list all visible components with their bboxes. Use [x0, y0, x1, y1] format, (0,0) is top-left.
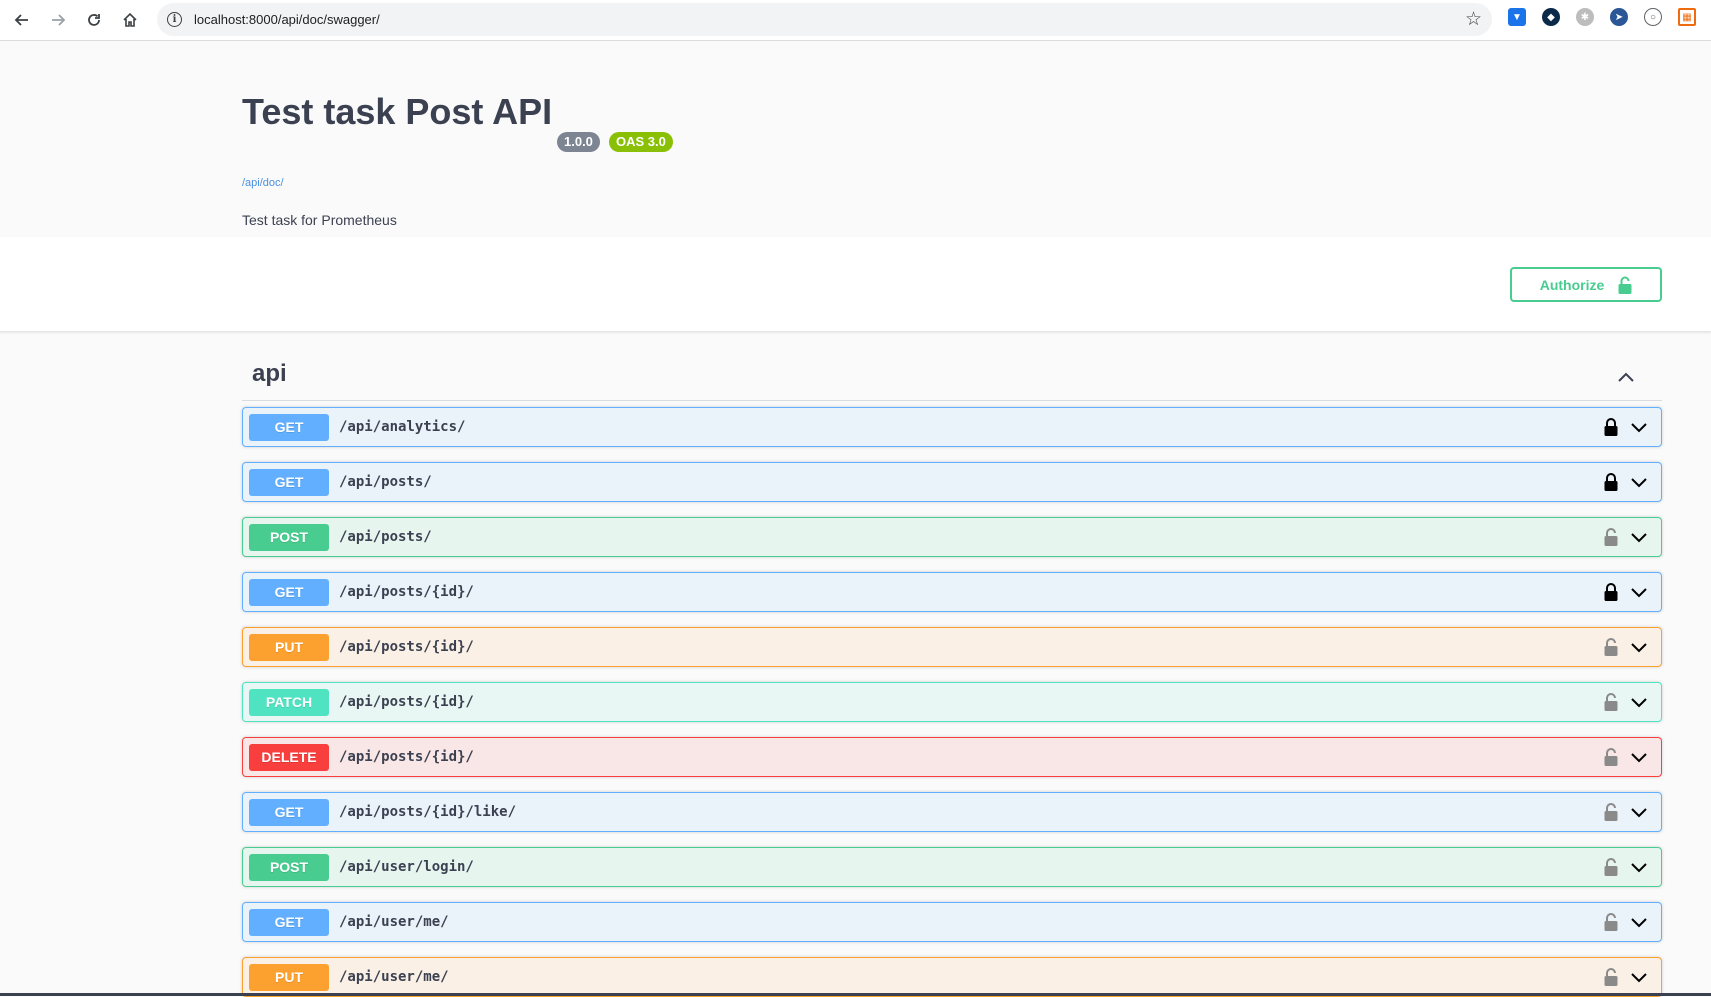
method-badge: PUT [249, 633, 329, 661]
operation-path: /api/user/me/ [339, 969, 449, 985]
site-info-icon[interactable]: i [167, 12, 182, 27]
chevron-down-icon[interactable] [1629, 528, 1649, 548]
address-bar[interactable]: i localhost:8000/api/doc/swagger/ ☆ [157, 3, 1492, 36]
lock-open-icon[interactable] [1603, 692, 1619, 712]
lock-closed-icon[interactable] [1603, 472, 1619, 492]
method-badge: GET [249, 908, 329, 936]
lock-open-icon[interactable] [1603, 912, 1619, 932]
operation-path: /api/posts/{id}/ [339, 639, 474, 655]
operation-row[interactable]: PUT/api/user/me/ [242, 957, 1662, 997]
operation-path: /api/posts/{id}/ [339, 749, 474, 765]
layout-extension-icon[interactable]: ▦ [1678, 8, 1696, 26]
operation-row[interactable]: POST/api/posts/ [242, 517, 1662, 557]
api-description: Test task for Prometheus [242, 212, 397, 228]
operation-path: /api/posts/{id}/ [339, 694, 474, 710]
oas-badge: OAS 3.0 [609, 132, 673, 152]
operation-row[interactable]: GET/api/user/me/ [242, 902, 1662, 942]
operation-row[interactable]: PUT/api/posts/{id}/ [242, 627, 1662, 667]
tag-name: api [252, 360, 287, 387]
operation-row[interactable]: POST/api/user/login/ [242, 847, 1662, 887]
shield-extension-icon[interactable]: ▼ [1508, 8, 1526, 26]
unlock-icon [1618, 276, 1632, 294]
method-badge: POST [249, 523, 329, 551]
operation-row[interactable]: GET/api/analytics/ [242, 407, 1662, 447]
operation-row[interactable]: DELETE/api/posts/{id}/ [242, 737, 1662, 777]
lock-closed-icon[interactable] [1603, 582, 1619, 602]
method-badge: GET [249, 468, 329, 496]
operation-row[interactable]: GET/api/posts/{id}/ [242, 572, 1662, 612]
base-url-link[interactable]: /api/doc/ [242, 177, 284, 189]
blue-extension-icon[interactable]: ➤ [1610, 8, 1628, 26]
authorize-button[interactable]: Authorize [1510, 267, 1662, 302]
chevron-down-icon[interactable] [1629, 418, 1649, 438]
operation-row[interactable]: PATCH/api/posts/{id}/ [242, 682, 1662, 722]
lock-open-icon[interactable] [1603, 637, 1619, 657]
chevron-down-icon[interactable] [1629, 913, 1649, 933]
address-url: localhost:8000/api/doc/swagger/ [194, 12, 380, 27]
method-badge: PATCH [249, 688, 329, 716]
chevron-down-icon[interactable] [1629, 803, 1649, 823]
version-badge: 1.0.0 [557, 132, 600, 152]
forward-arrow-icon[interactable] [40, 2, 76, 38]
chevron-down-icon[interactable] [1629, 473, 1649, 493]
scheme-container: Authorize [0, 237, 1711, 332]
chevron-down-icon[interactable] [1629, 858, 1649, 878]
operation-path: /api/user/me/ [339, 914, 449, 930]
operation-path: /api/user/login/ [339, 859, 474, 875]
chevron-down-icon[interactable] [1629, 968, 1649, 988]
authorize-label: Authorize [1539, 276, 1605, 293]
grey-extension-icon[interactable]: ✱ [1576, 8, 1594, 26]
operation-path: /api/analytics/ [339, 419, 466, 435]
operation-path: /api/posts/{id}/ [339, 584, 474, 600]
method-badge: DELETE [249, 743, 329, 771]
lock-open-icon[interactable] [1603, 747, 1619, 767]
operation-path: /api/posts/ [339, 529, 432, 545]
home-icon[interactable] [112, 2, 148, 38]
api-info-section: Test task Post API 1.0.0 OAS 3.0 /api/do… [0, 41, 1711, 237]
lock-open-icon[interactable] [1603, 527, 1619, 547]
method-badge: PUT [249, 963, 329, 991]
cube-extension-icon[interactable]: ◆ [1542, 8, 1560, 26]
extension-icons: ▼ ◆ ✱ ➤ ○ ▦ [1508, 8, 1696, 26]
lock-open-icon[interactable] [1603, 802, 1619, 822]
operation-path: /api/posts/{id}/like/ [339, 804, 517, 820]
operation-path: /api/posts/ [339, 474, 432, 490]
lock-closed-icon[interactable] [1603, 417, 1619, 437]
tag-section-header[interactable]: api [242, 353, 1662, 401]
chevron-down-icon[interactable] [1629, 693, 1649, 713]
back-arrow-icon[interactable] [4, 2, 40, 38]
operation-row[interactable]: GET/api/posts/ [242, 462, 1662, 502]
method-badge: GET [249, 578, 329, 606]
lock-open-icon[interactable] [1603, 967, 1619, 987]
circle-extension-icon[interactable]: ○ [1644, 8, 1662, 26]
method-badge: GET [249, 798, 329, 826]
lock-open-icon[interactable] [1603, 857, 1619, 877]
chevron-up-icon[interactable] [1616, 367, 1636, 387]
operation-row[interactable]: GET/api/posts/{id}/like/ [242, 792, 1662, 832]
bookmark-star-icon[interactable]: ☆ [1465, 8, 1482, 31]
chevron-down-icon[interactable] [1629, 583, 1649, 603]
chevron-down-icon[interactable] [1629, 748, 1649, 768]
chevron-down-icon[interactable] [1629, 638, 1649, 658]
method-badge: GET [249, 413, 329, 441]
method-badge: POST [249, 853, 329, 881]
browser-toolbar: i localhost:8000/api/doc/swagger/ ☆ ▼ ◆ … [0, 0, 1711, 41]
page-title: Test task Post API [242, 91, 553, 132]
reload-icon[interactable] [76, 2, 112, 38]
